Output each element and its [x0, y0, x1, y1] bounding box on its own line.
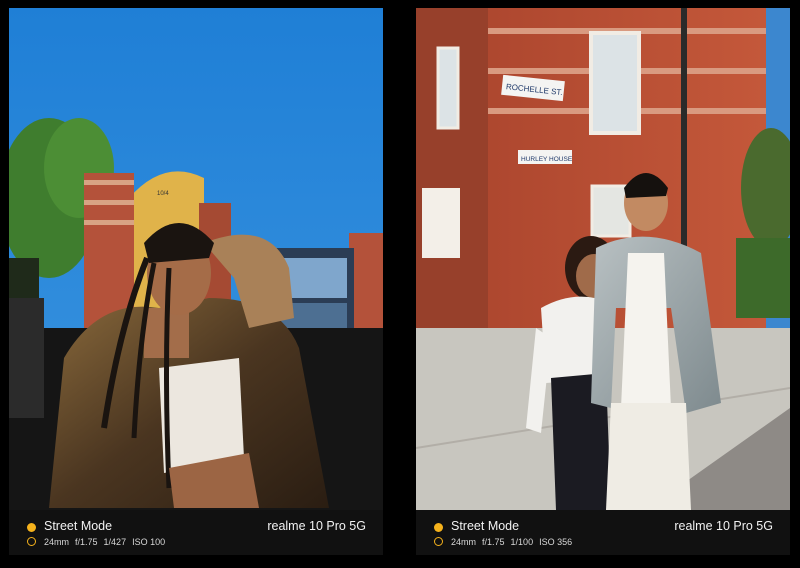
exif-shutter: 1/100 [510, 537, 534, 547]
exif-info: 24mm f/1.75 1/100 ISO 356 [451, 537, 578, 547]
photo-card-right: ROCHELLE ST. HURLEY HOUSE Street Mode 24… [416, 8, 790, 555]
exif-aperture: f/1.75 [482, 537, 505, 547]
device-name: realme 10 Pro 5G [674, 519, 773, 533]
photo-caption: Street Mode 24mm f/1.75 1/427 ISO 100 realm… [9, 510, 383, 555]
mode-ring-icon [434, 537, 443, 546]
exif-focal: 24mm [44, 537, 70, 547]
exif-aperture: f/1.75 [75, 537, 98, 547]
shooting-mode: Street Mode [44, 519, 113, 533]
mode-ring-icon [27, 537, 36, 546]
mode-dot-icon [27, 523, 36, 532]
shooting-mode: Street Mode [451, 519, 520, 533]
street-photo-woman-braids[interactable]: 10/4 [9, 8, 383, 510]
exif-shutter: 1/427 [103, 537, 127, 547]
photo-card-left: 10/4 Street Mode 24mm f/1.75 1/427 ISO 1… [9, 8, 383, 555]
exif-iso: ISO 100 [132, 537, 166, 547]
exif-info: 24mm f/1.75 1/427 ISO 100 [44, 537, 171, 547]
mode-dot-icon [434, 523, 443, 532]
house-sign-text: HURLEY HOUSE [521, 156, 573, 163]
building-sign-text: 10/4 [157, 191, 169, 197]
exif-focal: 24mm [451, 537, 477, 547]
photo-caption: Street Mode 24mm f/1.75 1/100 ISO 356 realm… [416, 510, 790, 555]
street-photo-couple[interactable]: ROCHELLE ST. HURLEY HOUSE [416, 8, 790, 510]
device-name: realme 10 Pro 5G [267, 519, 366, 533]
exif-iso: ISO 356 [539, 537, 573, 547]
